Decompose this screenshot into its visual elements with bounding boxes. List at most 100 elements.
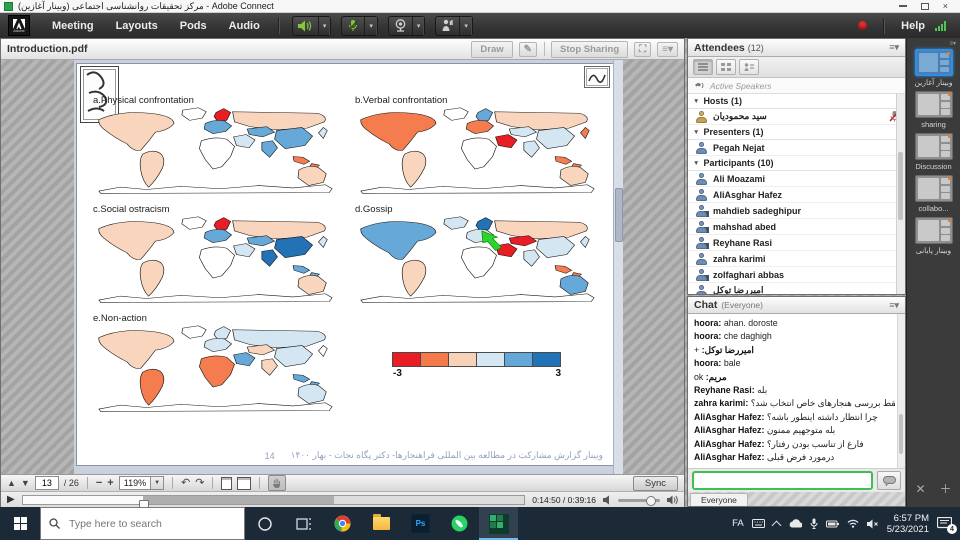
attendees-scrollbar-thumb[interactable] xyxy=(898,152,903,220)
speaker-button[interactable]: ▾ xyxy=(292,16,332,36)
tab-everyone[interactable]: Everyone xyxy=(690,493,748,506)
fit-page-icon[interactable] xyxy=(221,477,232,490)
raise-hand-dropdown[interactable]: ▾ xyxy=(459,17,472,35)
search-input[interactable] xyxy=(67,517,221,531)
pod-menu-icon[interactable]: ≡▾ xyxy=(657,42,678,57)
menu-layouts[interactable]: Layouts xyxy=(106,16,168,36)
adobe-connect-taskbar-button[interactable] xyxy=(479,507,518,540)
rotate-left-icon[interactable]: ↶ xyxy=(181,478,190,488)
microphone-button[interactable]: ▾ xyxy=(341,16,378,36)
fit-width-icon[interactable] xyxy=(237,477,251,490)
zoom-dropdown-icon[interactable]: ▼ xyxy=(150,477,163,489)
attendees-scrollbar[interactable] xyxy=(896,94,905,294)
fullscreen-icon[interactable]: ⛶ xyxy=(634,42,651,57)
start-button[interactable] xyxy=(0,507,40,540)
layout-thumbnail[interactable] xyxy=(915,175,953,202)
attendees-pod-menu-icon[interactable]: ≡▾ xyxy=(889,42,899,53)
sync-button[interactable]: Sync xyxy=(633,476,678,491)
raise-hand-button[interactable]: ▾ xyxy=(435,16,473,36)
layout-thumbnail[interactable] xyxy=(915,49,953,76)
attendee-row[interactable]: Reyhane Rasi xyxy=(688,235,905,251)
attendee-row[interactable]: سید محمودیان xyxy=(688,109,905,125)
layout-item[interactable]: وبینار آغازین xyxy=(915,49,953,87)
maximize-button[interactable] xyxy=(921,3,929,10)
onedrive-icon[interactable] xyxy=(788,519,802,528)
attendee-row[interactable]: امیررضا توکل xyxy=(688,283,905,294)
layout-item[interactable]: Discussion xyxy=(915,133,953,171)
active-speakers-row[interactable]: Active Speakers xyxy=(688,78,905,94)
layout-thumbnail[interactable] xyxy=(915,217,953,244)
speaker-dropdown[interactable]: ▾ xyxy=(318,17,331,35)
whatsapp-button[interactable] xyxy=(440,507,479,540)
layout-item[interactable]: وبینار پایانی xyxy=(915,217,953,255)
volume-loud-icon[interactable] xyxy=(667,495,678,505)
zoom-out-button[interactable]: − xyxy=(96,478,102,488)
rotate-right-icon[interactable]: ↷ xyxy=(195,478,204,488)
attendee-group-header[interactable]: ▼Hosts (1) xyxy=(688,94,905,109)
document-scrollbar-thumb[interactable] xyxy=(615,188,623,242)
chat-input[interactable] xyxy=(692,471,873,490)
pointer-tool-icon[interactable]: ✎ xyxy=(519,42,537,57)
volume-slider[interactable] xyxy=(618,499,660,502)
list-view-button[interactable] xyxy=(693,59,713,75)
webcam-dropdown[interactable]: ▾ xyxy=(412,17,425,35)
webcam-button[interactable]: ▾ xyxy=(388,16,426,36)
attendee-row[interactable]: AliAsghar Hafez xyxy=(688,187,905,203)
keyboard-icon[interactable] xyxy=(752,519,765,528)
layout-thumbnail[interactable] xyxy=(915,91,953,118)
attendee-group-header[interactable]: ▼Presenters (1) xyxy=(688,125,905,140)
volume-mute-icon[interactable] xyxy=(603,495,611,505)
help-menu[interactable]: Help xyxy=(901,20,925,32)
tray-expand-icon[interactable] xyxy=(771,520,781,530)
attendee-row[interactable]: zahra karimi xyxy=(688,251,905,267)
attendee-row[interactable]: mahshad abed xyxy=(688,219,905,235)
menu-meeting[interactable]: Meeting xyxy=(42,16,104,36)
attendee-row[interactable]: Pegah Nejat xyxy=(688,140,905,156)
zoom-level-select[interactable]: 119% ▼ xyxy=(119,476,164,490)
action-center-button[interactable]: 4 xyxy=(937,517,952,530)
volume-knob[interactable] xyxy=(646,496,656,506)
language-indicator[interactable]: FA xyxy=(732,518,744,529)
taskbar-clock[interactable]: 6:57 PM 5/23/2021 xyxy=(887,513,929,535)
layout-thumbnail[interactable] xyxy=(915,133,953,160)
seek-bar[interactable] xyxy=(22,495,525,505)
add-layout-icon[interactable]: ＋ xyxy=(940,480,952,497)
layout-item[interactable]: sharing xyxy=(915,91,953,129)
tray-volume-icon[interactable] xyxy=(867,519,879,529)
taskbar-search[interactable] xyxy=(40,507,245,540)
battery-icon[interactable] xyxy=(826,520,839,528)
page-number-input[interactable] xyxy=(35,476,59,490)
menu-pods[interactable]: Pods xyxy=(170,16,217,36)
close-button[interactable]: × xyxy=(943,2,948,11)
menu-audio[interactable]: Audio xyxy=(219,16,270,36)
cortana-button[interactable] xyxy=(245,507,284,540)
attendee-group-header[interactable]: ▼Participants (10) xyxy=(688,156,905,171)
chat-scrollbar-thumb[interactable] xyxy=(899,414,903,454)
status-view-button[interactable] xyxy=(739,59,759,75)
microphone-dropdown[interactable]: ▾ xyxy=(364,17,377,35)
close-layout-icon[interactable]: ✕ xyxy=(915,482,925,496)
file-explorer-button[interactable] xyxy=(362,507,401,540)
task-view-button[interactable] xyxy=(284,507,323,540)
page-down-button[interactable]: ▼ xyxy=(21,478,30,488)
document-scrollbar[interactable] xyxy=(613,60,623,474)
send-message-button[interactable] xyxy=(877,471,901,490)
hand-tool-button[interactable] xyxy=(268,475,286,491)
minimize-button[interactable] xyxy=(899,5,907,7)
stop-sharing-button[interactable]: Stop Sharing xyxy=(551,41,628,58)
attendee-row[interactable]: zolfaghari abbas xyxy=(688,267,905,283)
photoshop-button[interactable]: Ps xyxy=(401,507,440,540)
grid-view-button[interactable] xyxy=(716,59,736,75)
attendee-row[interactable]: Ali Moazami xyxy=(688,171,905,187)
layout-item[interactable]: collabo... xyxy=(915,175,953,213)
play-button[interactable]: ▶ xyxy=(7,495,15,505)
connection-signal-icon[interactable] xyxy=(935,20,946,31)
attendee-row[interactable]: mahdieb sadeghipur xyxy=(688,203,905,219)
layouts-menu-icon[interactable]: ≡▾ xyxy=(949,41,956,49)
tray-mic-icon[interactable] xyxy=(810,518,818,529)
chrome-taskbar-button[interactable] xyxy=(323,507,362,540)
chat-pod-menu-icon[interactable]: ≡▾ xyxy=(889,300,899,311)
zoom-in-button[interactable]: + xyxy=(107,478,113,488)
chat-scrollbar[interactable] xyxy=(897,314,905,468)
page-up-button[interactable]: ▲ xyxy=(7,478,16,488)
